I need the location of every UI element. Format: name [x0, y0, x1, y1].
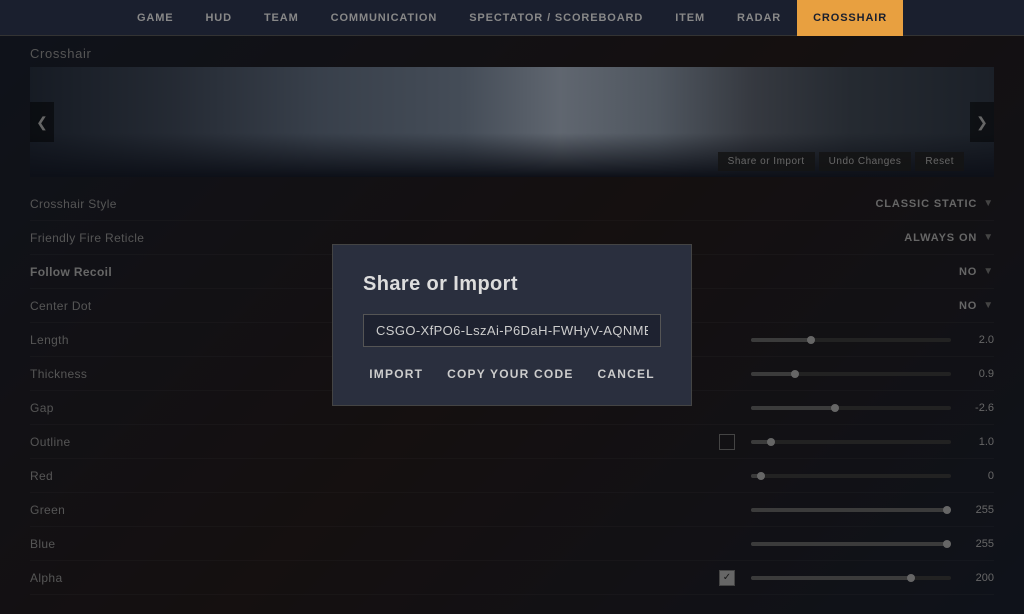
crosshair-code-input[interactable]	[363, 314, 661, 347]
import-button[interactable]: IMPORT	[369, 367, 423, 381]
nav-item-hud[interactable]: HUD	[189, 0, 247, 36]
modal-overlay: Share or Import IMPORT COPY YOUR CODE CA…	[0, 36, 1024, 614]
top-navigation: GAME HUD TEAM COMMUNICATION SPECTATOR / …	[0, 0, 1024, 36]
nav-item-communication[interactable]: COMMUNICATION	[315, 0, 454, 36]
nav-item-spectator-scoreboard[interactable]: SPECTATOR / SCOREBOARD	[453, 0, 659, 36]
modal-actions: IMPORT COPY YOUR CODE CANCEL	[363, 367, 661, 381]
nav-item-radar[interactable]: RADAR	[721, 0, 797, 36]
main-content: Crosshair ❮ ❯ Share or Import Undo Chang…	[0, 36, 1024, 614]
nav-item-item[interactable]: ITEM	[659, 0, 721, 36]
copy-your-code-button[interactable]: COPY YOUR CODE	[447, 367, 573, 381]
modal-title: Share or Import	[363, 273, 661, 296]
nav-item-game[interactable]: GAME	[121, 0, 190, 36]
nav-item-crosshair[interactable]: CROSSHAIR	[797, 0, 903, 36]
share-or-import-modal: Share or Import IMPORT COPY YOUR CODE CA…	[332, 244, 692, 406]
cancel-button[interactable]: CANCEL	[598, 367, 655, 381]
nav-item-team[interactable]: TEAM	[248, 0, 315, 36]
